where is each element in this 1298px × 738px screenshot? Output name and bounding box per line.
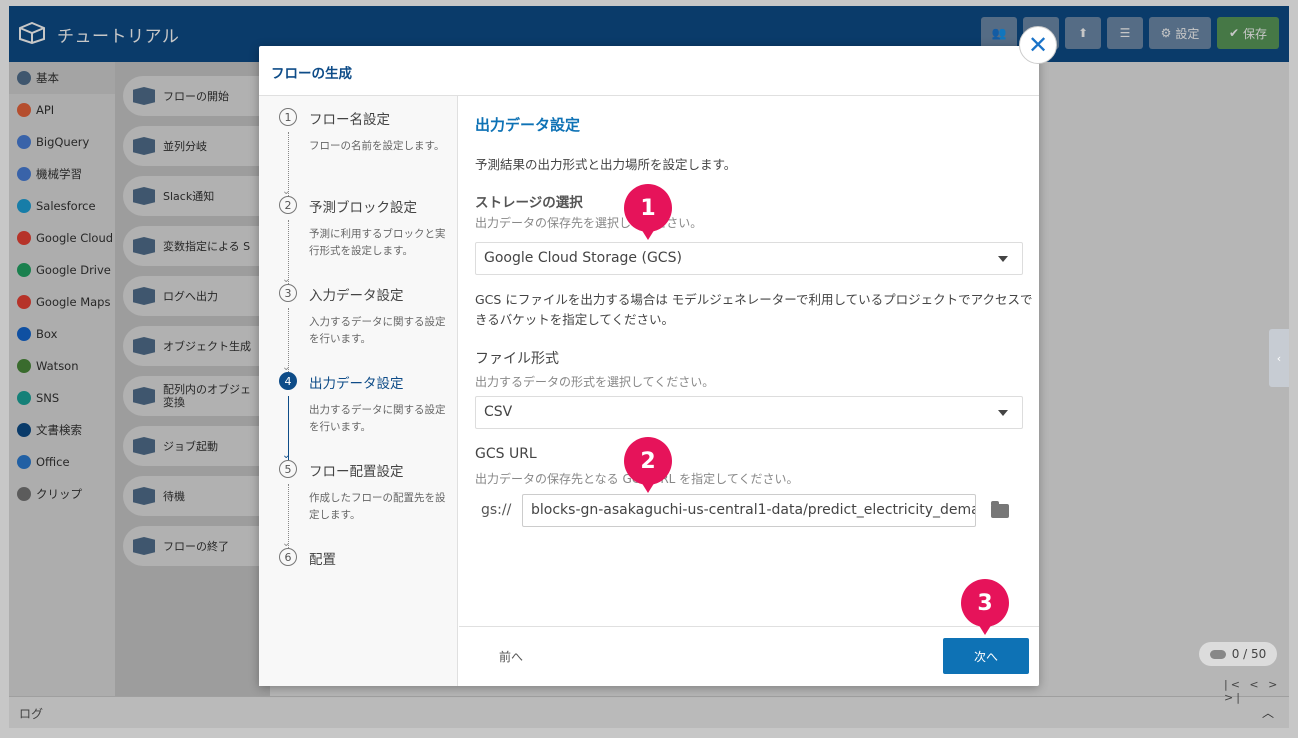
- next-button[interactable]: 次へ: [943, 638, 1029, 674]
- step-number: 6: [279, 548, 297, 566]
- prev-button[interactable]: 前へ: [499, 648, 523, 665]
- step-description: 出力するデータに関する設定を行います。: [309, 404, 446, 433]
- arrow-down-icon: ⌄: [282, 362, 291, 373]
- section-title: 出力データ設定: [475, 116, 581, 134]
- chevron-left-icon: ‹: [1276, 351, 1282, 365]
- gs-prefix: gs://: [481, 502, 512, 518]
- step-number: 2: [279, 196, 297, 214]
- wizard-steps: 1 フロー名設定 フローの名前を設定します。 ⌄ 2 予測ブロック設定 予測に利用するブロッ…: [259, 96, 458, 686]
- callout-1: 1: [624, 184, 672, 242]
- step-description: 予測に利用するブロックと実行形式を設定します。: [309, 228, 446, 257]
- dialog-header: フローの生成: [259, 46, 1039, 96]
- format-select[interactable]: CSV: [475, 396, 1023, 429]
- arrow-down-icon: ⌄: [282, 274, 291, 285]
- pager[interactable]: |< < > >|: [1224, 678, 1298, 704]
- gcs-url-input[interactable]: blocks-gn-asakaguchi-us-central1-data/pr…: [522, 494, 976, 527]
- step-title: フロー名設定: [309, 112, 390, 128]
- storage-select[interactable]: Google Cloud Storage (GCS): [475, 242, 1023, 275]
- folder-icon[interactable]: [991, 501, 1009, 518]
- caret-down-icon: [998, 410, 1008, 416]
- step-title: フロー配置設定: [309, 464, 404, 480]
- block-counter: 0 / 50: [1199, 642, 1277, 666]
- arrow-down-icon: ⌄: [282, 538, 291, 549]
- close-icon: ✕: [1027, 31, 1049, 59]
- callout-2: 2: [624, 437, 672, 495]
- step-title: 配置: [309, 552, 336, 568]
- step-title: 予測ブロック設定: [309, 200, 417, 216]
- callout-3: 3: [961, 579, 1009, 637]
- close-button[interactable]: ✕: [1019, 26, 1057, 64]
- gcs-note: GCS にファイルを出力する場合は モデルジェネレーターで利用しているプロジェク…: [475, 292, 1033, 327]
- format-select-value: CSV: [484, 404, 513, 420]
- section-description: 予測結果の出力形式と出力場所を設定します。: [475, 157, 737, 172]
- dialog-title: フローの生成: [271, 66, 352, 82]
- format-hint: 出力するデータの形式を選択してください。: [475, 375, 715, 389]
- side-panel-toggle[interactable]: ‹: [1269, 329, 1289, 387]
- step-description: フローの名前を設定します。: [309, 140, 445, 152]
- step-number: 1: [279, 108, 297, 126]
- step-title: 入力データ設定: [309, 288, 404, 304]
- format-label: ファイル形式: [475, 351, 559, 367]
- storage-select-value: Google Cloud Storage (GCS): [484, 250, 682, 266]
- arrow-down-icon: ⌄: [282, 450, 291, 461]
- create-flow-dialog: フローの生成 ✕ 1 フロー名設定 フローの名前を設定します。 ⌄ 2 予測ブロック設定予…: [259, 26, 1057, 686]
- step-title: 出力データ設定: [309, 376, 404, 392]
- output-settings-panel: 出力データ設定 予測結果の出力形式と出力場所を設定します。 ストレージの選択 出…: [459, 96, 1039, 626]
- step-description: 作成したフローの配置先を設定します。: [309, 492, 446, 521]
- storage-label: ストレージの選択: [475, 195, 583, 211]
- gcs-url-label: GCS URL: [475, 446, 537, 462]
- step-number: 4: [279, 372, 297, 390]
- step-number: 5: [279, 460, 297, 478]
- caret-down-icon: [998, 256, 1008, 262]
- step-number: 3: [279, 284, 297, 302]
- toggle-icon: [1209, 649, 1226, 659]
- counter-value: 0 / 50: [1231, 647, 1267, 661]
- dialog-footer: 前へ 次へ: [459, 626, 1039, 686]
- step-description: 入力するデータに関する設定を行います。: [309, 316, 446, 345]
- arrow-down-icon: ⌄: [282, 186, 291, 197]
- chevron-up-icon[interactable]: ︿: [1262, 704, 1274, 721]
